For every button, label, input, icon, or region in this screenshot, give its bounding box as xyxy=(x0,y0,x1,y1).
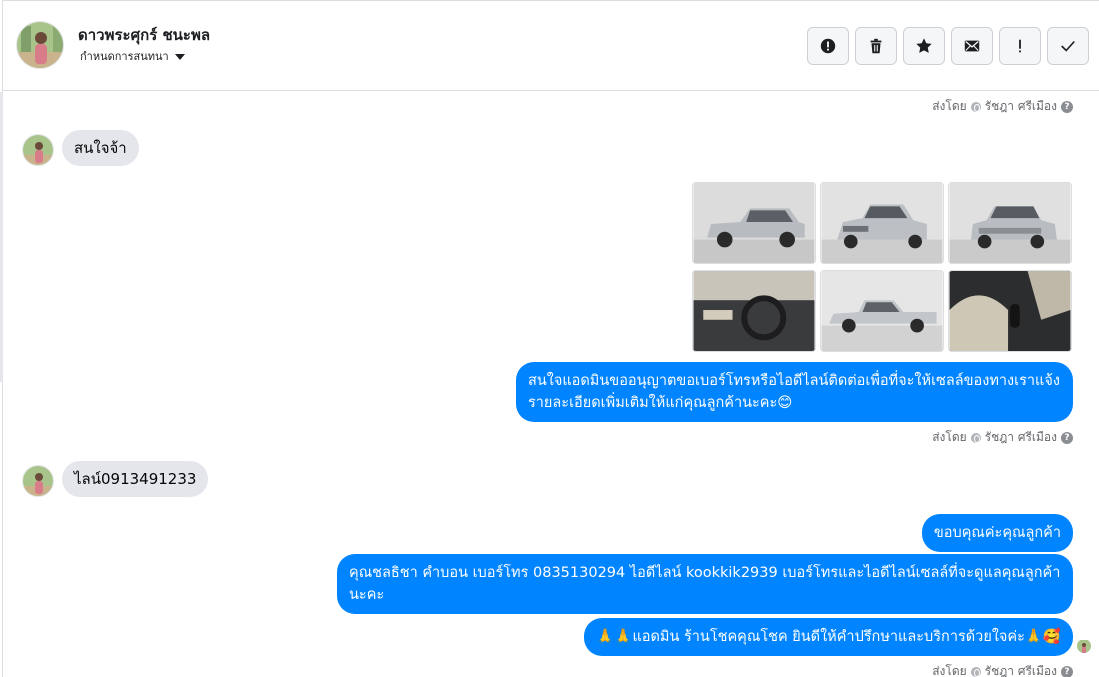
checkmark-icon xyxy=(1061,40,1075,52)
mark-unread-button[interactable] xyxy=(951,27,993,65)
contact-avatar-small[interactable] xyxy=(22,465,54,497)
sender-name[interactable]: รัชฎา ศรีเมือง xyxy=(985,428,1057,447)
contact-name: ดาวพระศุกร์ ชนะพล xyxy=(78,26,211,44)
contact-avatar-small[interactable] xyxy=(22,134,54,166)
sent-by-label: ส่งโดย xyxy=(932,99,967,113)
scrollbar[interactable] xyxy=(0,92,3,382)
assign-label: กำหนดการสนทนา xyxy=(80,50,169,63)
outgoing-message[interactable]: คุณชลธิชา คำบอน เบอร์โทร 0835130294 ไอดี… xyxy=(337,554,1073,614)
help-icon[interactable]: ? xyxy=(1061,431,1073,444)
conversation-header: ดาวพระศุกร์ ชนะพล กำหนดการสนทนา xyxy=(3,1,1099,91)
alert-circle-icon xyxy=(820,38,836,54)
assign-conversation-dropdown[interactable]: กำหนดการสนทนา xyxy=(80,47,185,65)
exclamation-icon xyxy=(1019,39,1021,53)
sender-name[interactable]: รัชฎา ศรีเมือง xyxy=(985,97,1057,116)
sender-attribution: ส่งโดย รัชฎา ศรีเมือง ? xyxy=(932,97,1073,116)
star-icon xyxy=(916,38,932,53)
help-icon[interactable]: ? xyxy=(1061,100,1073,113)
sent-by-label: ส่งโดย xyxy=(932,430,967,444)
sender-attribution: ส่งโดย รัชฎา ศรีเมือง ? xyxy=(932,662,1073,677)
outgoing-message[interactable]: 🙏🙏แอดมิน ร้านโชคคุณโชค ยินดีให้คำปรึกษาแ… xyxy=(584,618,1073,656)
sender-attribution: ส่งโดย รัชฎา ศรีเมือง ? xyxy=(932,428,1073,447)
photo-attachments xyxy=(692,182,1073,352)
header-actions xyxy=(807,27,1089,65)
page-profile-icon xyxy=(970,666,981,677)
trash-icon xyxy=(870,38,882,54)
sent-by-label: ส่งโดย xyxy=(932,664,967,677)
star-button[interactable] xyxy=(903,27,945,65)
contact-avatar[interactable] xyxy=(16,21,64,69)
page-profile-icon xyxy=(970,101,981,112)
sender-name[interactable]: รัชฎา ศรีเมือง xyxy=(985,662,1057,677)
car-interior-photo-thumbnail[interactable] xyxy=(948,270,1072,352)
help-icon[interactable]: ? xyxy=(1061,665,1073,677)
envelope-icon xyxy=(964,40,980,52)
car-photo-thumbnail[interactable] xyxy=(820,182,944,264)
caret-down-icon xyxy=(174,53,185,60)
incoming-message[interactable]: สนใจจ้า xyxy=(62,130,139,166)
done-button[interactable] xyxy=(1047,27,1089,65)
seen-receipt-avatar xyxy=(1077,639,1091,653)
outgoing-message[interactable]: ขอบคุณค่ะคุณลูกค้า xyxy=(921,514,1073,552)
spam-button[interactable] xyxy=(807,27,849,65)
car-photo-thumbnail[interactable] xyxy=(948,182,1072,264)
car-interior-photo-thumbnail[interactable] xyxy=(692,270,816,352)
follow-up-button[interactable] xyxy=(999,27,1041,65)
page-profile-icon xyxy=(970,432,981,443)
car-photo-thumbnail[interactable] xyxy=(692,182,816,264)
incoming-message[interactable]: ไลน์0913491233 xyxy=(62,461,209,497)
car-photo-thumbnail[interactable] xyxy=(820,270,944,352)
outgoing-message[interactable]: สนใจแอดมินขออนุญาตขอเบอร์โทรหรือไอดีไลน์… xyxy=(516,362,1073,422)
delete-button[interactable] xyxy=(855,27,897,65)
